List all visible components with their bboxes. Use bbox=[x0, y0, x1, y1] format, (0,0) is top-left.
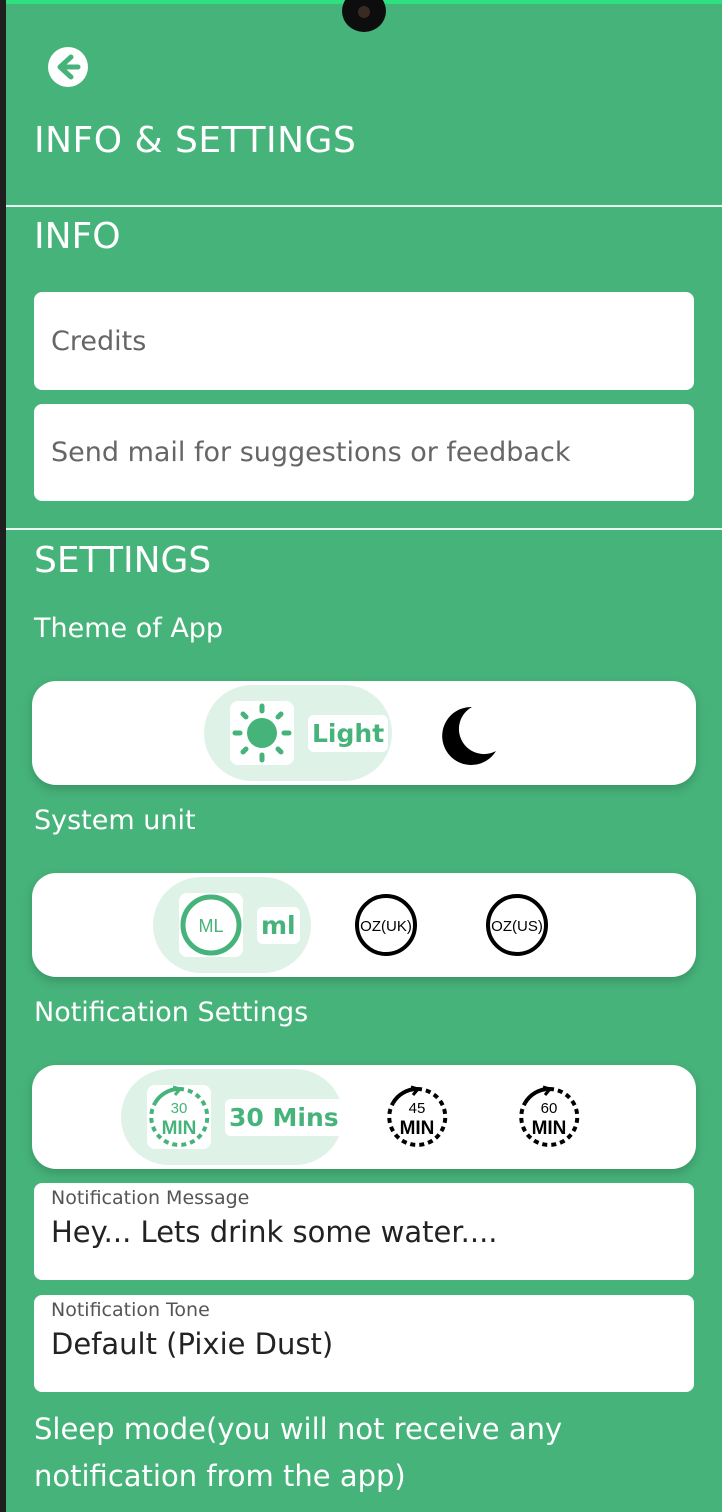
theme-label: Theme of App bbox=[34, 613, 224, 644]
feedback-item[interactable]: Send mail for suggestions or feedback bbox=[34, 404, 694, 501]
moon-icon bbox=[442, 706, 496, 765]
interval-selected-label: 30 Mins bbox=[225, 1098, 343, 1136]
back-arrow-icon bbox=[48, 47, 88, 87]
divider-middle bbox=[6, 528, 722, 530]
timer-60-num: 60 bbox=[541, 1100, 558, 1117]
oz-us-text: OZ(US) bbox=[491, 918, 543, 935]
timer-45-icon: 45 MIN bbox=[387, 1085, 448, 1147]
unit-option-oz-us[interactable]: OZ(US) bbox=[485, 893, 549, 957]
notification-tone-field[interactable]: Notification Tone Default (Pixie Dust) bbox=[34, 1295, 694, 1392]
ml-icon-text: ML bbox=[198, 916, 223, 936]
unit-option-oz-uk[interactable]: OZ(UK) bbox=[354, 893, 418, 957]
sleep-mode-label: Sleep mode(you will not receive any noti… bbox=[34, 1412, 563, 1493]
timer-60-icon: 60 MIN bbox=[519, 1085, 580, 1147]
timer-45-num: 45 bbox=[409, 1100, 426, 1117]
credits-label: Credits bbox=[51, 325, 147, 357]
oz-us-icon: OZ(US) bbox=[486, 894, 548, 956]
notification-tone-caption: Notification Tone bbox=[51, 1299, 210, 1321]
interval-selector: 30 MIN 30 Mins 45 MIN 60 MIN bbox=[32, 1065, 696, 1169]
unit-option-ml[interactable]: ML ml bbox=[153, 877, 311, 973]
divider-top bbox=[6, 205, 722, 207]
timer-30-unit: MIN bbox=[162, 1118, 197, 1139]
notification-tone-value: Default (Pixie Dust) bbox=[51, 1327, 334, 1361]
notification-message-value: Hey... Lets drink some water.... bbox=[51, 1215, 498, 1249]
theme-option-dark[interactable] bbox=[432, 701, 496, 765]
credits-item[interactable]: Credits bbox=[34, 292, 694, 390]
interval-option-60[interactable]: 60 MIN bbox=[517, 1085, 581, 1149]
unit-selected-label: ml bbox=[257, 906, 300, 944]
left-edge bbox=[0, 0, 6, 1512]
theme-option-light[interactable]: Light bbox=[204, 685, 392, 781]
camera-cutout bbox=[342, 0, 386, 32]
timer-30-icon: 30 MIN bbox=[147, 1085, 211, 1149]
feedback-label: Send mail for suggestions or feedback bbox=[51, 437, 571, 468]
oz-uk-text: OZ(UK) bbox=[360, 918, 412, 935]
timer-30-num: 30 bbox=[171, 1100, 188, 1117]
ml-icon: ML bbox=[179, 893, 243, 957]
theme-selected-label: Light bbox=[308, 714, 389, 752]
notification-message-field[interactable]: Notification Message Hey... Lets drink s… bbox=[34, 1183, 694, 1280]
back-button[interactable] bbox=[47, 46, 89, 88]
page-title: INFO & SETTINGS bbox=[34, 120, 357, 161]
settings-section-title: SETTINGS bbox=[34, 540, 212, 581]
notification-message-caption: Notification Message bbox=[51, 1187, 250, 1209]
interval-option-30[interactable]: 30 MIN 30 Mins bbox=[121, 1069, 343, 1165]
timer-60-unit: MIN bbox=[532, 1118, 567, 1139]
timer-45-unit: MIN bbox=[400, 1118, 435, 1139]
sun-icon bbox=[230, 701, 294, 765]
unit-label: System unit bbox=[34, 805, 196, 836]
notification-label: Notification Settings bbox=[34, 997, 309, 1028]
info-section-title: INFO bbox=[34, 216, 121, 257]
unit-selector: ML ml OZ(UK) OZ(US) bbox=[32, 873, 696, 977]
oz-uk-icon: OZ(UK) bbox=[355, 894, 417, 956]
theme-selector: Light bbox=[32, 681, 696, 785]
interval-option-45[interactable]: 45 MIN bbox=[385, 1085, 449, 1149]
